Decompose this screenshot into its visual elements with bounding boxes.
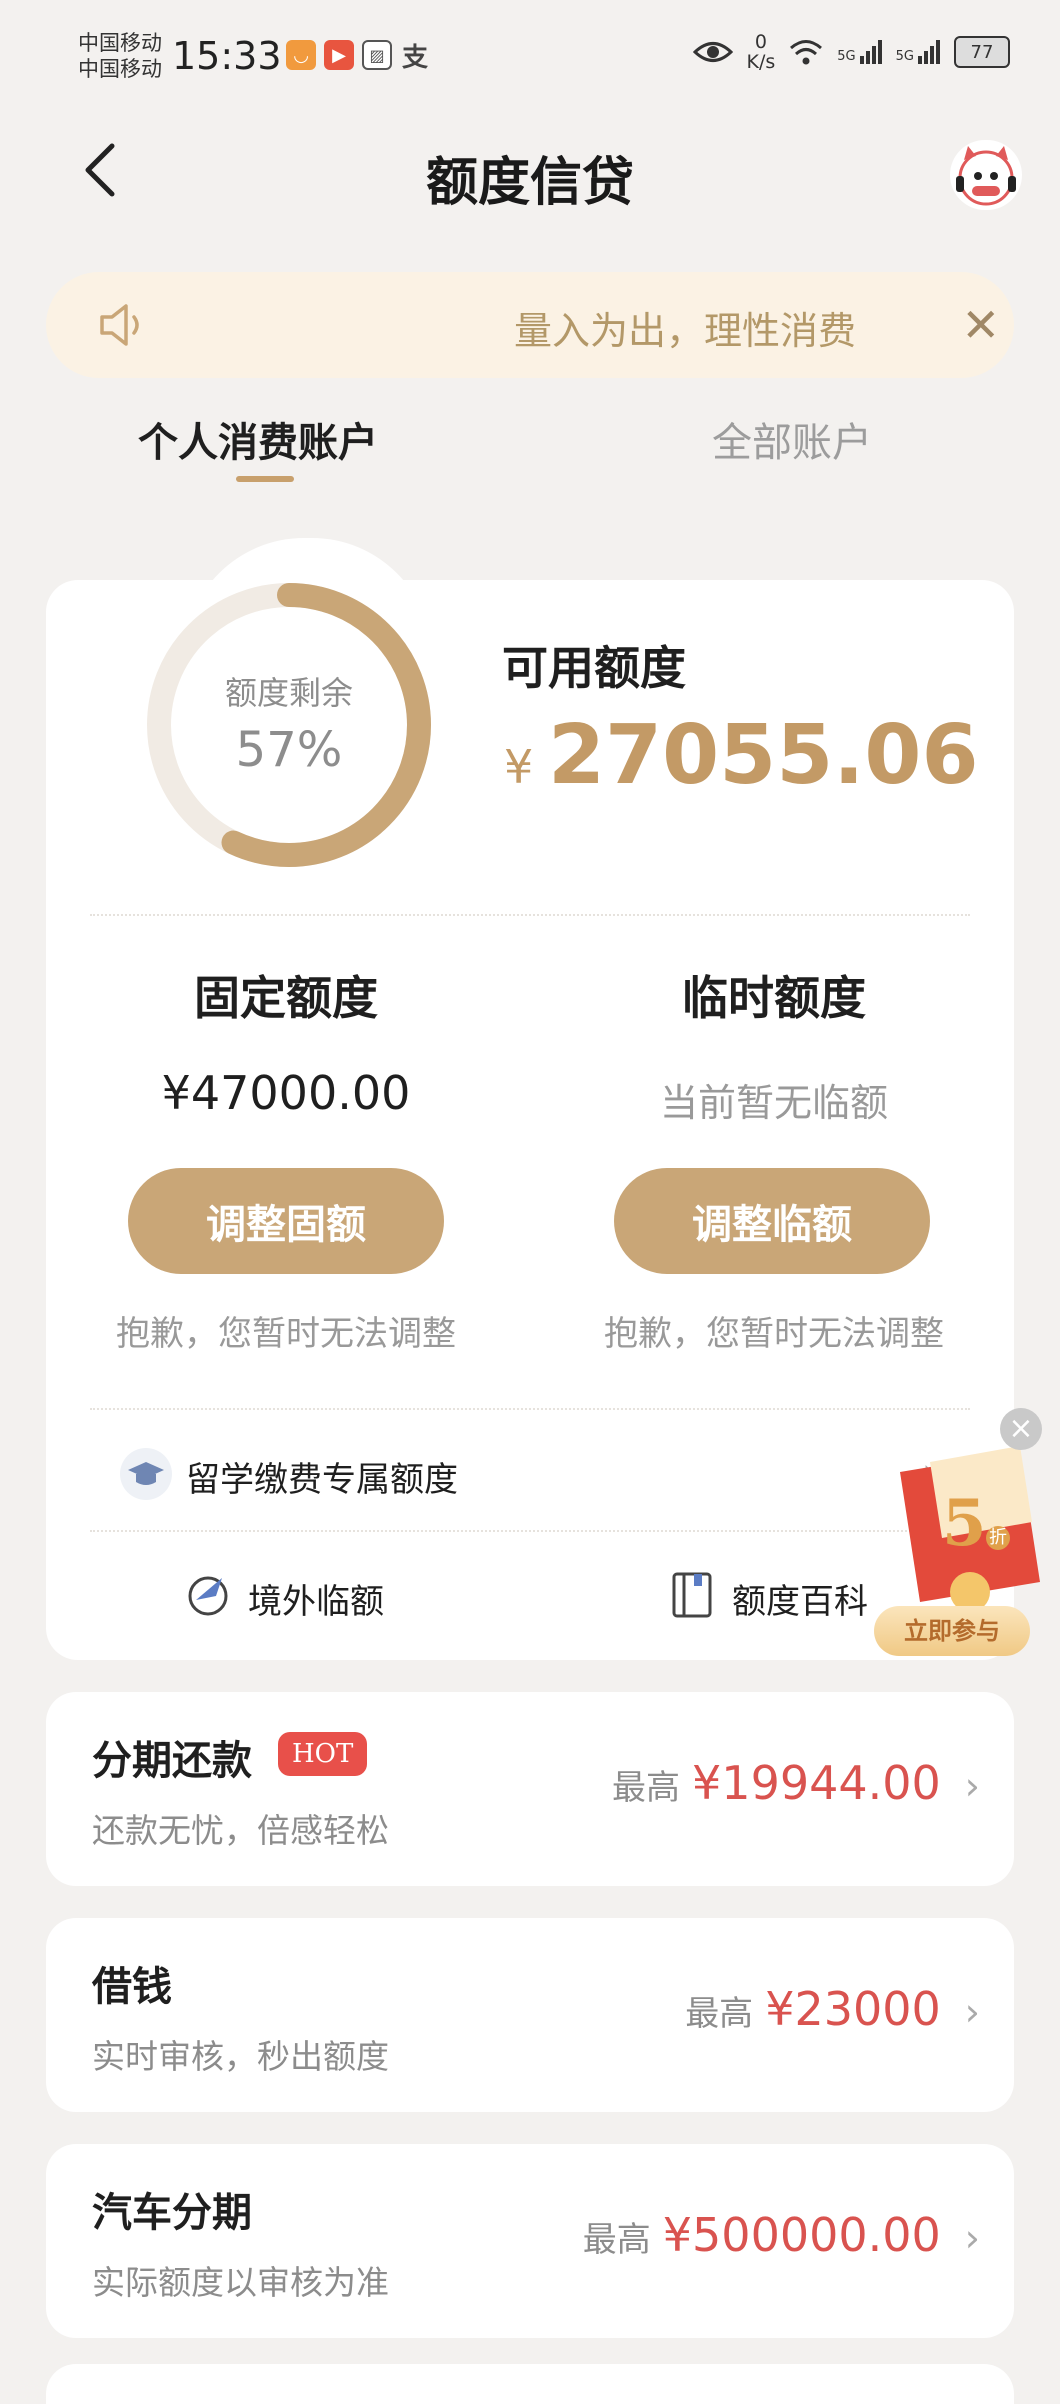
- borrow-title: 借钱: [92, 1964, 172, 2010]
- graduation-cap-icon: [120, 1448, 172, 1500]
- available-amount: 27055.06: [548, 708, 979, 803]
- status-time: 15:33: [172, 34, 282, 78]
- plane-icon: [188, 1576, 228, 1616]
- borrow-prefix: 最高: [685, 1994, 754, 2034]
- temp-quota-value: 当前暂无临额: [659, 1081, 888, 1125]
- available-currency: ¥: [504, 740, 534, 794]
- installment-prefix: 最高: [612, 1768, 681, 1808]
- signal-2-label: 5G: [895, 49, 914, 64]
- app-notification-icon: ◡: [286, 40, 316, 70]
- gallery-notification-icon: ▨: [362, 40, 392, 70]
- net-speed-unit: K/s: [746, 51, 776, 73]
- temp-quota-title: 临时额度: [682, 971, 866, 1025]
- alipay-notification-icon: 支: [401, 42, 428, 73]
- customer-service-mascot-icon[interactable]: [950, 140, 1022, 210]
- tab-personal-account[interactable]: 个人消费账户: [138, 410, 378, 468]
- book-icon: [672, 1572, 712, 1618]
- promo-badge: 5: [942, 1486, 987, 1561]
- tab-all-accounts[interactable]: 全部账户: [712, 410, 872, 468]
- promo-join-button[interactable]: 立即参与: [874, 1606, 1030, 1656]
- speaker-icon: [100, 304, 139, 346]
- ring-label: 额度剩余: [224, 674, 353, 712]
- signal-1-label: 5G: [837, 49, 856, 64]
- borrow-subtitle: 实时审核，秒出额度: [92, 2037, 389, 2076]
- car-installment-title: 汽车分期: [92, 2190, 252, 2236]
- carrier-labels: 中国移动 中国移动: [78, 30, 162, 82]
- quota-wiki-link[interactable]: 额度百科: [732, 1574, 868, 1623]
- divider: [90, 1408, 970, 1410]
- fixed-quota-value: ¥47000.00: [161, 1066, 411, 1120]
- ring-percent: 57%: [235, 722, 343, 778]
- status-right: 0 K/s 5G 5G 77: [692, 32, 1010, 72]
- fixed-quota-note: 抱歉，您暂时无法调整: [116, 1314, 456, 1354]
- car-installment-prefix: 最高: [582, 2220, 651, 2260]
- overseas-temp-quota-link[interactable]: 境外临额: [248, 1574, 384, 1623]
- promo-badge-suffix: 折: [986, 1526, 1010, 1550]
- temp-quota-note: 抱歉，您暂时无法调整: [604, 1314, 944, 1354]
- divider: [90, 914, 970, 916]
- carrier-1: 中国移动: [78, 31, 162, 55]
- page-title: 额度信贷: [425, 153, 634, 213]
- net-speed: 0 K/s: [747, 32, 776, 72]
- next-card-edge: [46, 2364, 1014, 2404]
- installment-subtitle: 还款无忧，倍感轻松: [92, 1811, 389, 1850]
- car-installment-subtitle: 实际额度以审核为准: [92, 2263, 389, 2302]
- chevron-right-icon[interactable]: ›: [965, 1764, 980, 1808]
- wifi-icon: [790, 40, 823, 65]
- chevron-right-icon[interactable]: ›: [965, 2216, 980, 2260]
- car-installment-amount-group: 最高 ¥500000.00 ›: [583, 2208, 980, 2262]
- divider: [90, 1530, 970, 1532]
- net-speed-value: 0: [754, 31, 767, 53]
- carrier-2: 中国移动: [78, 57, 162, 81]
- notice-text: 量入为出，理性消费: [514, 309, 857, 353]
- study-quota-row[interactable]: 留学缴费专属额度: [186, 1452, 458, 1501]
- chevron-right-icon[interactable]: ›: [965, 1990, 980, 2034]
- signal-1: 5G: [837, 40, 882, 64]
- adjust-temp-button[interactable]: 调整临额: [614, 1168, 930, 1274]
- video-notification-icon: ▶: [324, 40, 354, 70]
- car-installment-amount: ¥500000.00: [662, 2208, 941, 2262]
- eye-icon: [692, 42, 733, 62]
- tab-active-indicator: [236, 476, 294, 482]
- installment-amount: ¥19944.00: [692, 1756, 941, 1810]
- installment-title: 分期还款: [92, 1738, 252, 1784]
- promo-close-icon[interactable]: ×: [1000, 1408, 1042, 1450]
- close-icon[interactable]: ✕: [961, 302, 1000, 348]
- notification-icons: ◡ ▶ ▨ 支: [286, 40, 430, 73]
- battery-icon: 77: [954, 36, 1010, 68]
- installment-amount-group: 最高 ¥19944.00 ›: [612, 1756, 980, 1810]
- borrow-amount-group: 最高 ¥23000 ›: [685, 1982, 980, 2036]
- hot-badge: HOT: [278, 1732, 368, 1776]
- signal-2: 5G: [896, 40, 940, 64]
- fixed-quota-title: 固定额度: [194, 971, 378, 1025]
- available-quota-label: 可用额度: [502, 641, 686, 695]
- borrow-amount: ¥23000: [765, 1982, 941, 2036]
- adjust-fixed-button[interactable]: 调整固额: [128, 1168, 444, 1274]
